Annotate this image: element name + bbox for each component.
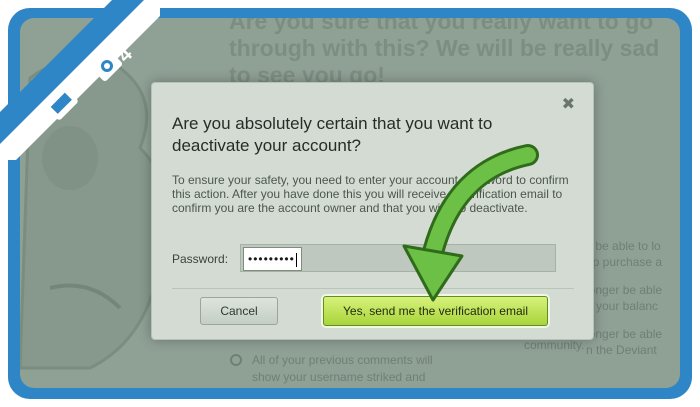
background-bottom-note: All of your previous comments will show … xyxy=(230,352,433,386)
password-value: ••••••••• xyxy=(243,247,302,271)
send-verification-button[interactable]: Yes, send me the verification email xyxy=(323,296,548,326)
dialog-description: To ensure your safety, you need to enter… xyxy=(172,173,569,215)
step-badge xyxy=(0,0,160,160)
password-label: Password: xyxy=(172,252,229,266)
bullet-icon xyxy=(230,354,242,366)
password-field[interactable]: ••••••••• xyxy=(240,244,556,272)
background-right-text: y be able to lo op purchase a longer be … xyxy=(586,239,663,357)
cancel-button[interactable]: Cancel xyxy=(200,297,278,325)
dialog-title: Are you absolutely certain that you want… xyxy=(172,114,493,155)
dialog-divider xyxy=(172,288,574,289)
background-community-text: community. xyxy=(524,338,585,352)
background-heading: Are you sure that you really want to go … xyxy=(229,18,660,88)
close-icon[interactable]: ✖ xyxy=(562,97,575,113)
deactivate-dialog: ✖ Are you absolutely certain that you wa… xyxy=(151,82,594,340)
